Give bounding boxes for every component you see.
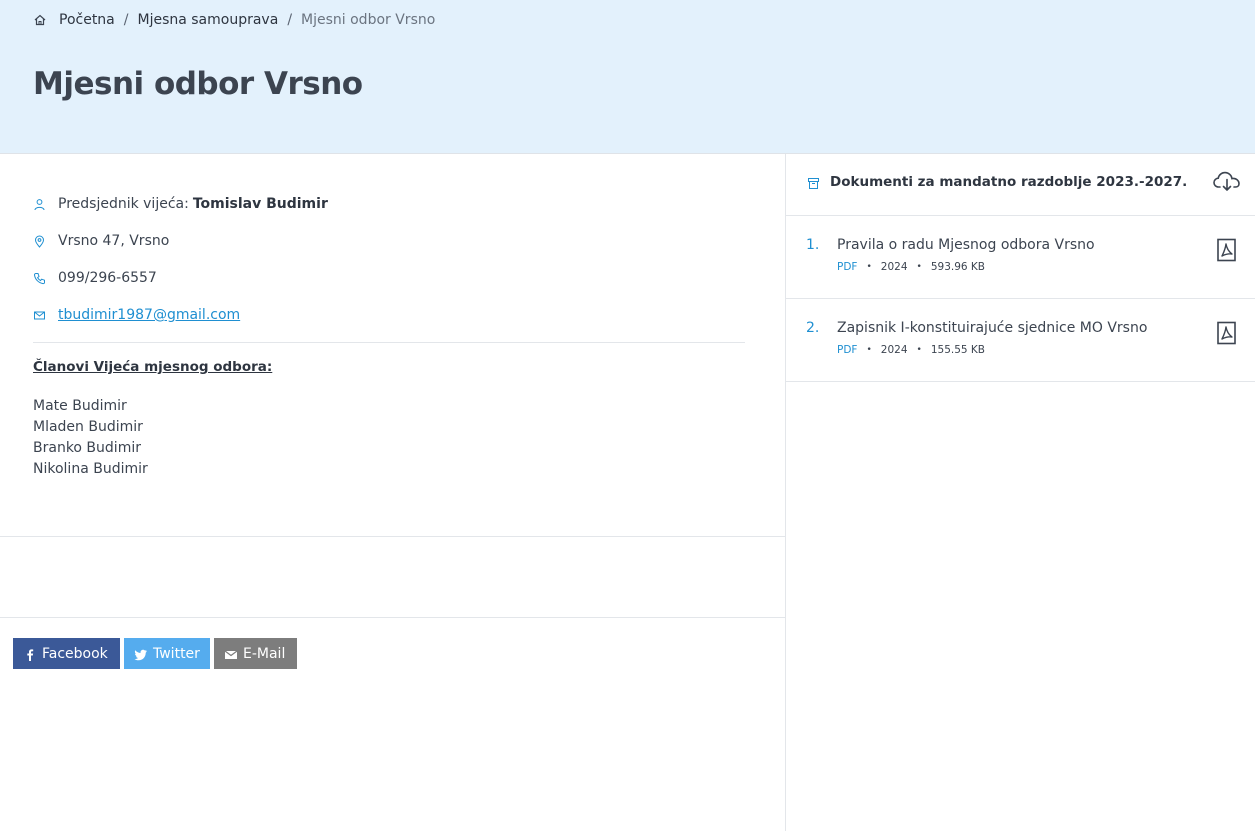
location-pin-icon [33,235,46,248]
member-item: Nikolina Budimir [33,461,148,477]
members-title: Članovi Vijeća mjesnog odbora: [33,359,273,375]
document-year: 2024 [880,261,908,273]
meta-separator: • [866,345,872,355]
email-row: tbudimir1987@gmail.com [33,304,240,326]
president-label: Predsjednik vijeća: [58,196,189,212]
phone-text: 099/296-6557 [58,270,157,286]
member-item: Branko Budimir [33,440,141,456]
pdf-icon[interactable] [1216,321,1238,345]
document-size: 593.96 KB [930,261,985,273]
share-facebook-label: Facebook [42,645,108,662]
document-name[interactable]: Zapisnik I-konstituirajuće sjednice MO V… [837,320,1147,336]
documents-title: Dokumenti za mandatno razdoblje 2023.-20… [830,174,1188,190]
address-text: Vrsno 47, Vrsno [58,233,170,249]
member-item: Mate Budimir [33,398,127,414]
breadcrumb: Početna / Mjesna samouprava / Mjesni odb… [33,10,435,30]
user-icon [33,198,46,211]
document-year: 2024 [880,344,908,356]
share-email-label: E-Mail [243,645,286,662]
phone-icon [33,272,46,285]
cloud-download-icon[interactable] [1212,169,1242,193]
member-item: Mladen Budimir [33,419,143,435]
document-type: PDF [837,261,858,273]
document-number: 1. [806,237,820,253]
envelope-icon [224,647,238,661]
share-facebook-button[interactable]: Facebook [13,638,120,669]
facebook-icon [23,647,37,661]
document-type: PDF [837,344,858,356]
mail-icon [33,309,46,322]
divider [0,617,785,618]
members-list: Mate Budimir Mladen Budimir Branko Budim… [33,396,148,480]
divider [0,536,785,537]
share-email-button[interactable]: E-Mail [214,638,297,669]
president-row: Predsjednik vijeća: Tomislav Budimir [33,193,328,215]
document-meta: PDF • 2024 • 593.96 KB [837,261,985,273]
documents-header: Dokumenti za mandatno razdoblje 2023.-20… [786,154,1255,216]
meta-separator: • [916,262,922,272]
document-size: 155.55 KB [930,344,985,356]
twitter-icon [134,647,148,661]
breadcrumb-current: Mjesni odbor Vrsno [301,12,436,28]
page-title: Mjesni odbor Vrsno [33,66,363,102]
breadcrumb-separator: / [123,12,129,28]
breadcrumb-parent-link[interactable]: Mjesna samouprava [137,12,278,28]
main-content: Predsjednik vijeća: Tomislav Budimir Vrs… [0,154,785,831]
share-buttons: Facebook Twitter E-Mail [13,638,301,669]
document-item[interactable]: 2. Zapisnik I-konstituirajuće sjednice M… [786,299,1255,382]
document-item[interactable]: 1. Pravila o radu Mjesnog odbora Vrsno P… [786,216,1255,299]
document-number: 2. [806,320,820,336]
meta-separator: • [866,262,872,272]
documents-sidebar: Dokumenti za mandatno razdoblje 2023.-20… [785,154,1255,831]
page-header: Početna / Mjesna samouprava / Mjesni odb… [0,0,1255,154]
share-twitter-label: Twitter [153,645,200,662]
divider [33,342,745,343]
breadcrumb-separator: / [287,12,293,28]
document-meta: PDF • 2024 • 155.55 KB [837,344,985,356]
president-name: Tomislav Budimir [192,196,328,212]
home-icon[interactable] [33,13,47,27]
phone-row: 099/296-6557 [33,267,157,289]
share-twitter-button[interactable]: Twitter [124,638,210,669]
meta-separator: • [916,345,922,355]
address-row: Vrsno 47, Vrsno [33,230,169,252]
email-link[interactable]: tbudimir1987@gmail.com [58,307,240,323]
archive-icon [807,177,820,190]
breadcrumb-home-link[interactable]: Početna [59,12,115,28]
document-name[interactable]: Pravila o radu Mjesnog odbora Vrsno [837,237,1095,253]
pdf-icon[interactable] [1216,238,1238,262]
